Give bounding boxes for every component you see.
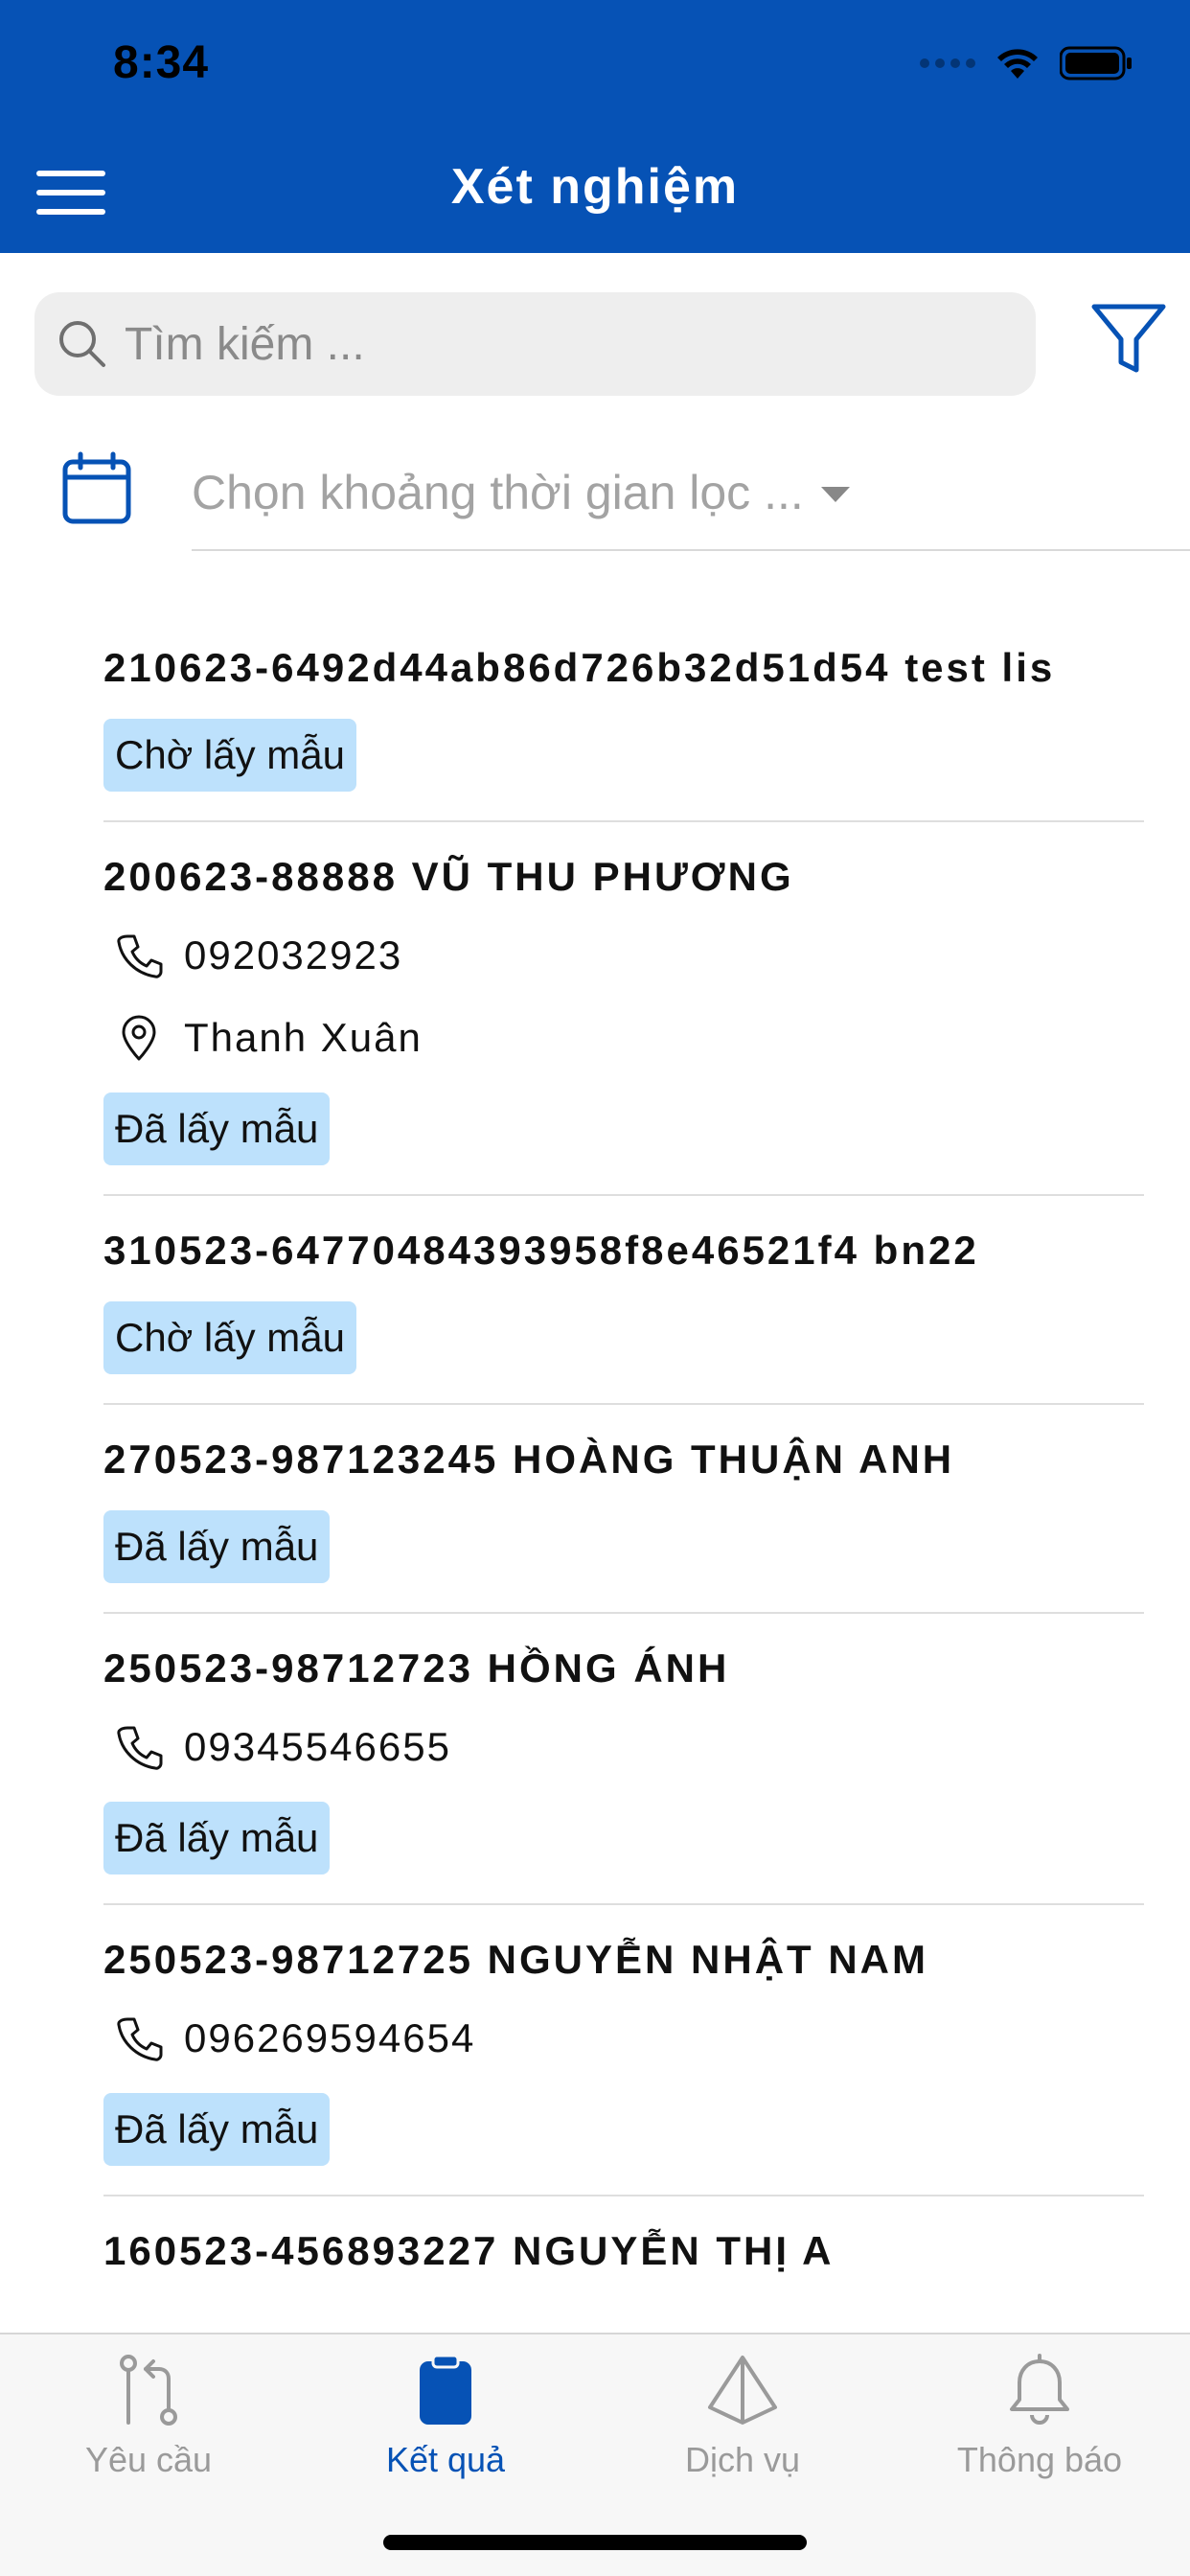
phone-row: 09345546655 [103,1717,1144,1777]
phone-row: 096269594654 [103,2009,1144,2068]
status-badge: Đã lấy mẫu [103,1802,331,1874]
bell-icon [1010,2354,1069,2425]
date-range-placeholder: Chọn khoảng thời gian lọc ... [192,466,804,519]
test-list: 210623-6492d44ab86d726b32d51d54 test lis… [103,613,1144,2306]
status-badge: Chờ lấy mẫu [103,719,356,792]
list-item[interactable]: 210623-6492d44ab86d726b32d51d54 test lis… [103,613,1144,822]
list-item[interactable]: 250523-98712723 HỒNG ÁNH 09345546655 Đã … [103,1614,1144,1905]
item-title: 270523-987123245 HOÀNG THUẬN ANH [103,1437,955,1482]
phone-number: 09345546655 [184,1724,451,1769]
tab-dich-vu[interactable]: Dịch vụ [594,2334,891,2507]
tab-label: Yêu cầu [84,2440,213,2479]
filter-icon[interactable] [1088,299,1169,380]
list-item[interactable]: 250523-98712725 NGUYỄN NHẬT NAM 09626959… [103,1905,1144,2196]
home-indicator [383,2535,807,2550]
signal-icon [920,58,975,68]
wifi-icon [995,46,1041,80]
list-item[interactable]: 160523-456893227 NGUYỄN THỊ A [103,2196,1144,2306]
tab-yeu-cau[interactable]: Yêu cầu [0,2334,297,2507]
tab-label: Kết quả [385,2440,506,2479]
prism-icon [708,2356,777,2425]
item-title: 250523-98712725 NGUYỄN NHẬT NAM [103,1937,928,1982]
git-compare-icon [120,2355,177,2426]
page-title: Xét nghiệm [450,159,740,215]
status-badge: Chờ lấy mẫu [103,1301,356,1374]
phone-number: 096269594654 [184,2015,476,2060]
date-range-select[interactable]: Chọn khoảng thời gian lọc ... [192,436,1190,551]
phone-row: 092032923 [103,926,1144,985]
screen: 8:34 Xét nghiệm Tìm kiếm ... Chọn khoảng… [0,0,1190,2576]
tab-thong-bao[interactable]: Thông báo [891,2334,1188,2507]
tab-label: Thông báo [956,2440,1123,2479]
search-input[interactable] [125,317,987,371]
phone-icon [117,1726,163,1770]
tab-ket-qua[interactable]: Kết quả [297,2334,594,2507]
search-icon [59,321,105,367]
search-bar [34,292,1036,396]
caret-down-icon [820,487,850,502]
item-title: 310523-64770484393958f8e46521f4 bn22 [103,1228,979,1273]
status-badge: Đã lấy mẫu [103,1092,331,1165]
location-pin-icon [122,1015,156,1061]
phone-icon [117,934,163,978]
phone-number: 092032923 [184,932,403,978]
address-row: Thanh Xuân [103,1008,1144,1068]
battery-icon [1060,46,1133,80]
app-header: 8:34 Xét nghiệm [0,0,1190,253]
item-title: 250523-98712723 HỒNG ÁNH [103,1645,730,1690]
list-item[interactable]: 200623-88888 VŨ THU PHƯƠNG 092032923 Tha… [103,822,1144,1196]
status-badge: Đã lấy mẫu [103,2093,331,2166]
list-item[interactable]: 270523-987123245 HOÀNG THUẬN ANH Đã lấy … [103,1405,1144,1614]
item-title: 210623-6492d44ab86d726b32d51d54 test lis [103,645,1056,690]
status-icons [920,46,1133,80]
list-item[interactable]: 310523-64770484393958f8e46521f4 bn22 Chờ… [103,1196,1144,1405]
status-badge: Đã lấy mẫu [103,1510,331,1583]
clipboard-icon [420,2354,471,2425]
tab-label: Dịch vụ [684,2440,801,2479]
item-title: 160523-456893227 NGUYỄN THỊ A [103,2228,835,2273]
address: Thanh Xuân [184,1015,423,1060]
phone-icon [117,2017,163,2061]
calendar-icon[interactable] [59,450,136,527]
status-time: 8:34 [113,37,210,88]
item-title: 200623-88888 VŨ THU PHƯƠNG [103,854,794,899]
